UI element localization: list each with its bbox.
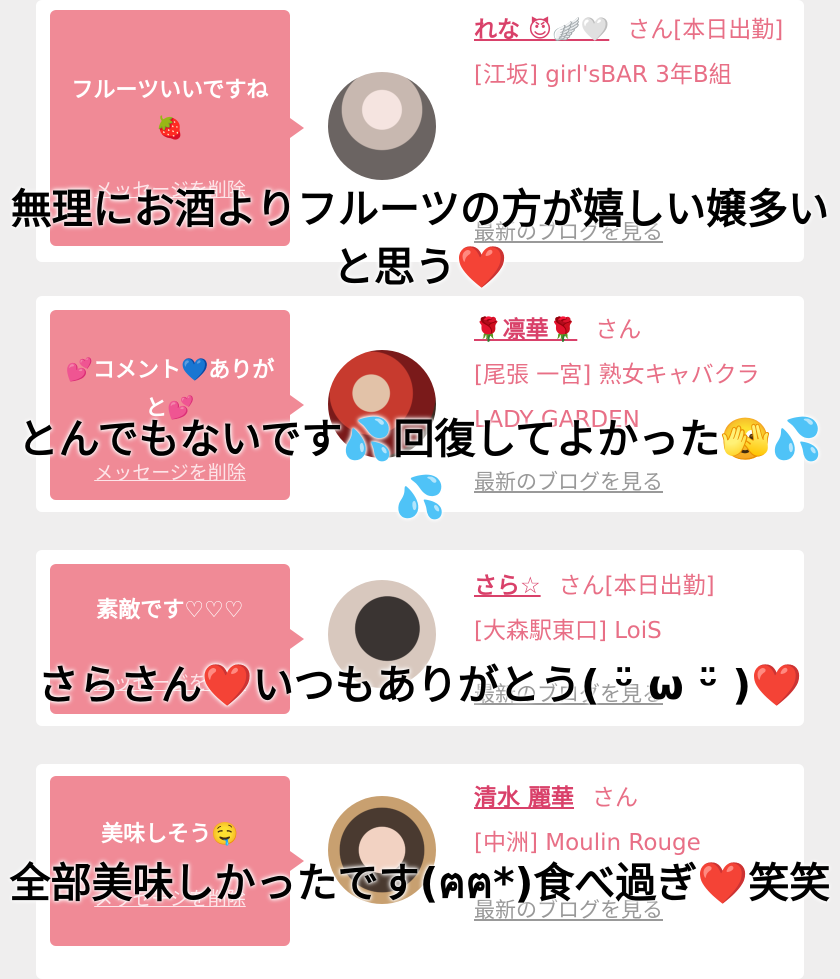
user-name-link[interactable]: れな 😈🪽🤍 (474, 17, 609, 43)
user-name-link[interactable]: 清水 麗華 (474, 785, 574, 811)
user-suffix: さん (592, 785, 639, 811)
user-suffix: さん[本日出勤] (558, 573, 715, 599)
message-text: フルーツいいですね🍓 (71, 78, 269, 141)
reply-caption: さらさん❤️いつもありがとう( ᵕ̈ ω ᵕ̈ )❤️ (37, 661, 803, 709)
shop-info[interactable]: [江坂] girl'sBAR 3年B組 (474, 62, 732, 88)
reply-caption: とんでもないです💦回復してよかった🫣💦💦 (17, 415, 823, 521)
message-text: 素敵です♡♡♡ (96, 598, 244, 623)
shop-info[interactable]: [中洲] Moulin Rouge (474, 830, 701, 856)
reply-caption: 全部美味しかったです(ฅฅ*)食べ過ぎ❤️笑笑 (9, 859, 831, 907)
message-text: 美味しそう🤤 (101, 822, 239, 847)
avatar[interactable] (328, 72, 436, 180)
user-name-link[interactable]: 🌹凛華🌹 (474, 317, 577, 343)
reply-caption: 無理にお酒よりフルーツの方が嬉しい嬢多いと思う❤️ (10, 185, 830, 291)
user-suffix: さん[本日出勤] (627, 17, 784, 43)
user-suffix: さん (595, 317, 642, 343)
shop-info[interactable]: [大森駅東口] LoiS (474, 618, 662, 644)
user-name-link[interactable]: さら☆ (474, 573, 541, 599)
